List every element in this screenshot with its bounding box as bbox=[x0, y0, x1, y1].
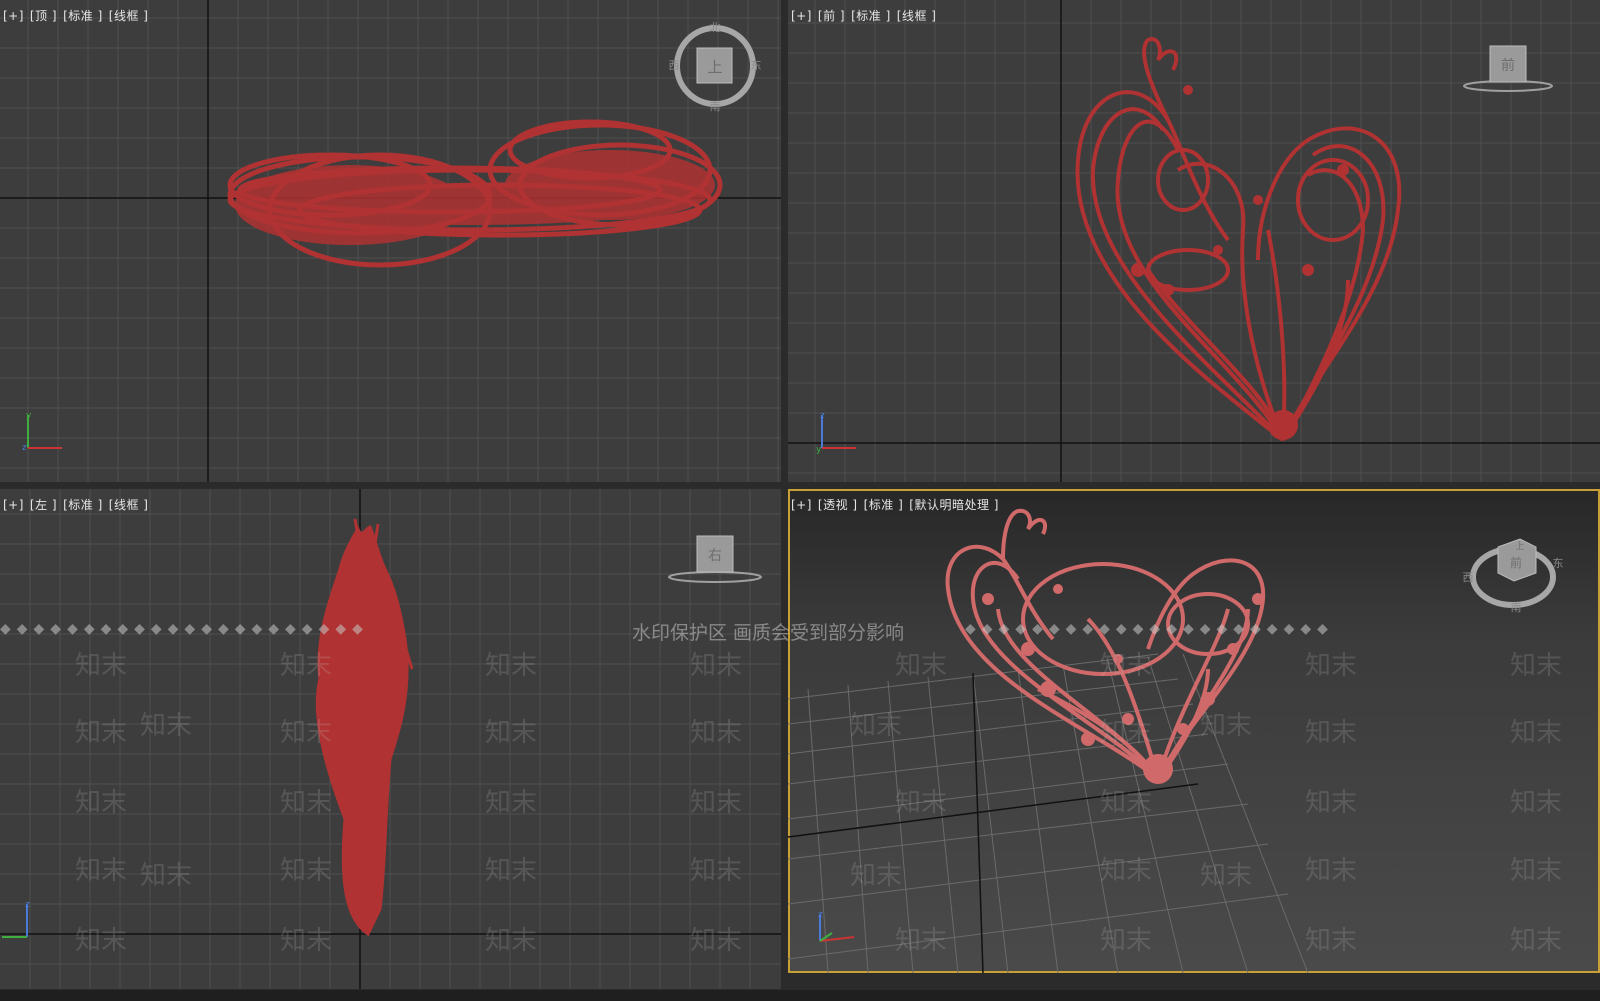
watermark-mark: 知末 bbox=[895, 651, 948, 681]
view-cube[interactable]: 前 上 南 东 西 bbox=[1458, 525, 1568, 615]
view-cube[interactable]: 前 bbox=[1458, 40, 1558, 100]
watermark-mark: 知末 bbox=[1100, 856, 1153, 886]
watermark-mark: 知末 bbox=[1100, 718, 1153, 748]
watermark-mark: 知末 bbox=[280, 856, 333, 886]
axis-gizmo-icon: z bbox=[818, 910, 855, 942]
svg-text:南: 南 bbox=[710, 100, 721, 112]
watermark-mark: 知末 bbox=[690, 651, 743, 681]
watermark-mark: 知末 bbox=[280, 718, 333, 748]
svg-text:前: 前 bbox=[1501, 57, 1515, 74]
watermark-mark: 知末 bbox=[1510, 856, 1563, 886]
heart-model-front bbox=[1075, 37, 1402, 442]
watermark-band: ◆◆◆◆◆◆◆◆◆◆◆◆◆◆◆◆◆◆◆◆◆◆ 水印保护区 画质会受到部分影响 ◆… bbox=[0, 621, 1600, 644]
svg-text:前: 前 bbox=[1510, 555, 1522, 570]
watermark-mark: 知末 bbox=[1100, 788, 1153, 818]
view-cube[interactable]: 右 bbox=[665, 531, 765, 591]
watermark-mark: 知末 bbox=[690, 856, 743, 886]
axis-gizmo-icon: z bbox=[2, 900, 30, 938]
watermark-dots: ◆◆◆◆◆◆◆◆◆◆◆◆◆◆◆◆◆◆◆◆◆◆ bbox=[0, 621, 369, 637]
viewport-label[interactable]: [+] [透视 ] [标准 ] [默认明暗处理 ] bbox=[791, 496, 1005, 513]
axis-gizmo-icon: z y bbox=[816, 411, 856, 455]
svg-text:y: y bbox=[26, 411, 32, 421]
viewport-label[interactable]: [+] [前 ] [标准 ] [线框 ] bbox=[791, 7, 942, 24]
watermark-mark: 知末 bbox=[140, 711, 193, 741]
watermark-mark: 知末 bbox=[75, 856, 128, 886]
watermark-mark: 知末 bbox=[75, 788, 128, 818]
svg-text:北: 北 bbox=[710, 21, 721, 34]
status-bar bbox=[0, 990, 1600, 1001]
watermark-mark: 知末 bbox=[895, 926, 948, 956]
svg-text:东: 东 bbox=[1553, 557, 1564, 570]
watermark-mark: 知末 bbox=[690, 788, 743, 818]
viewport-perspective[interactable]: [+] [透视 ] [标准 ] [默认明暗处理 ] 前 上 南 东 西 z bbox=[788, 489, 1600, 973]
viewport-label[interactable]: [+] [左 ] [标准 ] [线框 ] bbox=[3, 496, 154, 513]
watermark-mark: 知末 bbox=[1305, 718, 1358, 748]
watermark-mark: 知末 bbox=[895, 788, 948, 818]
watermark-mark: 知末 bbox=[1200, 711, 1253, 741]
watermark-mark: 知末 bbox=[690, 926, 743, 956]
watermark-mark: 知末 bbox=[75, 651, 128, 681]
watermark-mark: 知末 bbox=[75, 718, 128, 748]
watermark-mark: 知末 bbox=[1510, 718, 1563, 748]
watermark-mark: 知末 bbox=[1305, 651, 1358, 681]
watermark-mark: 知末 bbox=[280, 788, 333, 818]
watermark-text: 水印保护区 画质会受到部分影响 bbox=[632, 622, 905, 644]
svg-text:西: 西 bbox=[669, 59, 680, 72]
svg-text:上: 上 bbox=[1515, 541, 1524, 552]
watermark-mark: 知末 bbox=[1510, 926, 1563, 956]
watermark-mark: 知末 bbox=[1305, 788, 1358, 818]
watermark-mark: 知末 bbox=[280, 926, 333, 956]
watermark-mark: 知末 bbox=[485, 926, 538, 956]
watermark-mark: 知末 bbox=[1100, 926, 1153, 956]
watermark-mark: 知末 bbox=[1305, 856, 1358, 886]
view-cube[interactable]: 上 北 南 东 西 bbox=[668, 18, 762, 113]
svg-text:z: z bbox=[25, 900, 30, 910]
watermark-mark: 知末 bbox=[140, 861, 193, 891]
watermark-mark: 知末 bbox=[75, 926, 128, 956]
watermark-mark: 知末 bbox=[485, 718, 538, 748]
watermark-mark: 知末 bbox=[1100, 651, 1153, 681]
svg-text:南: 南 bbox=[1511, 601, 1522, 614]
watermark-mark: 知末 bbox=[850, 711, 903, 741]
svg-text:z: z bbox=[22, 443, 27, 453]
watermark-mark: 知末 bbox=[850, 861, 903, 891]
viewport-label[interactable]: [+] [顶 ] [标准 ] [线框 ] bbox=[3, 7, 154, 24]
watermark-mark: 知末 bbox=[690, 718, 743, 748]
svg-text:右: 右 bbox=[708, 548, 722, 564]
watermark-mark: 知末 bbox=[485, 651, 538, 681]
viewport-front[interactable]: [+] [前 ] [标准 ] [线框 ] 前 z y bbox=[788, 0, 1600, 482]
watermark-mark: 知末 bbox=[280, 651, 333, 681]
svg-text:z: z bbox=[818, 910, 823, 920]
svg-text:z: z bbox=[820, 411, 825, 421]
watermark-mark: 知末 bbox=[1305, 926, 1358, 956]
svg-text:上: 上 bbox=[707, 58, 722, 76]
watermark-mark: 知末 bbox=[485, 856, 538, 886]
grid bbox=[0, 0, 781, 482]
viewport-top[interactable]: [+] [顶 ] [标准 ] [线框 ] 上 北 南 东 西 y z bbox=[0, 0, 781, 482]
watermark-mark: 知末 bbox=[1200, 861, 1253, 891]
svg-text:东: 东 bbox=[751, 59, 762, 72]
watermark-mark: 知末 bbox=[485, 788, 538, 818]
watermark-dots: ◆◆◆◆◆◆◆◆◆◆◆◆◆◆◆◆◆◆◆◆◆◆ bbox=[965, 621, 1334, 637]
watermark-mark: 知末 bbox=[1510, 788, 1563, 818]
axis-gizmo-icon: y z bbox=[22, 411, 62, 453]
svg-text:y: y bbox=[816, 445, 822, 455]
svg-text:西: 西 bbox=[1463, 571, 1474, 584]
watermark-mark: 知末 bbox=[1510, 651, 1563, 681]
